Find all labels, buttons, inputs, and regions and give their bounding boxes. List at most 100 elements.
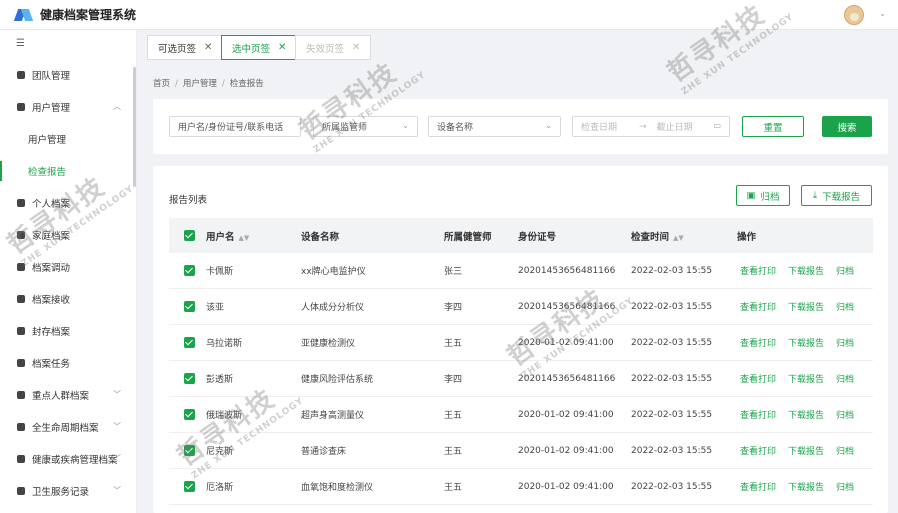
archive-icon: ▣	[746, 190, 756, 201]
cell-time: 2022-02-03 15:55	[631, 301, 713, 312]
sidebar-item[interactable]: 档案接收	[0, 283, 137, 315]
column-header-username[interactable]: 用户名 ▲▼	[206, 229, 249, 243]
row-checkbox[interactable]	[184, 265, 195, 276]
menu-collapse-icon[interactable]: ☰	[16, 38, 25, 49]
record-icon	[16, 454, 26, 464]
breadcrumb: 首页 / 用户管理 / 检查报告	[153, 79, 264, 89]
archive-link[interactable]: 归档	[836, 480, 854, 493]
archive-link[interactable]: 归档	[836, 300, 854, 313]
start-date-input[interactable]: 检查日期	[581, 120, 617, 133]
download-report-link[interactable]: 下载报告	[788, 300, 824, 313]
column-header-time[interactable]: 检查时间 ▲▼	[631, 229, 684, 243]
cell-device: 健康风险评估系统	[301, 375, 374, 385]
reset-button[interactable]: 重置	[742, 116, 804, 137]
download-report-link[interactable]: 下载报告	[788, 444, 824, 457]
archive-link[interactable]: 归档	[836, 444, 854, 457]
tab-optional[interactable]: 可选页签 ✕	[147, 35, 224, 60]
close-icon[interactable]: ✕	[204, 42, 212, 53]
sidebar-item[interactable]: 个人档案	[0, 187, 137, 219]
chevron-up-icon: ︿	[113, 102, 121, 111]
cell-device: 超声身高测量仪	[301, 411, 365, 421]
tab-selected[interactable]: 选中页签 ✕	[221, 35, 298, 60]
home-icon	[16, 70, 26, 80]
sidebar-item-label: 档案任务	[32, 359, 71, 370]
sidebar-item-label: 档案调动	[32, 263, 71, 274]
archive-link[interactable]: 归档	[836, 264, 854, 277]
sidebar-item[interactable]: 封存档案	[0, 315, 137, 347]
row-checkbox[interactable]	[184, 409, 195, 420]
users-icon	[16, 102, 26, 112]
row-checkbox[interactable]	[184, 301, 195, 312]
download-report-link[interactable]: 下载报告	[788, 264, 824, 277]
sidebar-item-label: 重点人群档案	[32, 391, 90, 402]
sidebar-item[interactable]: 档案调动	[0, 251, 137, 283]
search-button[interactable]: 搜索	[822, 116, 872, 137]
close-icon[interactable]: ✕	[278, 42, 286, 53]
select-all-checkbox[interactable]	[184, 230, 195, 241]
sidebar-item[interactable]: 用户管理 ︿	[0, 91, 137, 123]
sort-icon[interactable]: ▲▼	[239, 234, 250, 242]
view-print-link[interactable]: 查看打印	[740, 264, 776, 277]
view-print-link[interactable]: 查看打印	[740, 480, 776, 493]
sidebar-scrollbar[interactable]	[133, 67, 136, 187]
key-group-icon	[16, 390, 26, 400]
sidebar-item-label: 用户管理	[28, 135, 67, 146]
breadcrumb-home[interactable]: 首页	[153, 79, 170, 89]
archive-link[interactable]: 归档	[836, 408, 854, 421]
sidebar-item[interactable]: 全生命周期档案 ﹀	[0, 411, 137, 443]
download-report-button[interactable]: ⤓ 下载报告	[801, 185, 872, 206]
download-report-link[interactable]: 下载报告	[788, 408, 824, 421]
cell-manager: 李四	[444, 303, 463, 313]
download-report-link[interactable]: 下载报告	[788, 480, 824, 493]
sidebar-item[interactable]: 用户管理	[0, 123, 137, 155]
sidebar-item[interactable]: 团队管理	[0, 59, 137, 91]
view-print-link[interactable]: 查看打印	[740, 300, 776, 313]
archive-link[interactable]: 归档	[836, 372, 854, 385]
row-checkbox[interactable]	[184, 373, 195, 384]
sidebar-item-label: 用户管理	[32, 103, 71, 114]
row-checkbox[interactable]	[184, 445, 195, 456]
end-date-input[interactable]: 截止日期	[657, 120, 693, 133]
column-label: 用户名	[206, 231, 235, 243]
cell-device: 血氧饱和度检测仪	[301, 483, 374, 493]
sidebar-item[interactable]: 家庭档案	[0, 219, 137, 251]
row-checkbox[interactable]	[184, 337, 195, 348]
sidebar-item[interactable]: 档案任务	[0, 347, 137, 379]
user-avatar[interactable]	[844, 5, 864, 25]
row-checkbox[interactable]	[184, 481, 195, 492]
sort-icon[interactable]: ▲▼	[673, 234, 684, 242]
task-icon	[16, 358, 26, 368]
sidebar-item[interactable]: 卫生服务记录 ﹀	[0, 475, 137, 507]
transfer-icon	[16, 262, 26, 272]
sidebar-item[interactable]: 重点人群档案 ﹀	[0, 379, 137, 411]
cell-time: 2022-02-03 15:55	[631, 373, 713, 384]
device-select[interactable]: 设备名称 ⌄	[428, 116, 561, 137]
archive-button[interactable]: ▣ 归档	[736, 185, 790, 206]
download-report-link[interactable]: 下载报告	[788, 336, 824, 349]
chevron-down-icon[interactable]: ⌄	[879, 9, 886, 18]
view-print-link[interactable]: 查看打印	[740, 372, 776, 385]
cell-id: 2020-01-02 09:41:00	[518, 409, 614, 420]
chevron-down-icon: ﹀	[113, 486, 121, 495]
view-print-link[interactable]: 查看打印	[740, 336, 776, 349]
cell-manager: 王五	[444, 411, 463, 421]
column-label: 检查时间	[631, 231, 670, 243]
sidebar-item-label: 个人档案	[32, 199, 71, 210]
sidebar-item[interactable]: 健康或疾病管理档案 ﹀	[0, 443, 137, 475]
view-print-link[interactable]: 查看打印	[740, 444, 776, 457]
archive-link[interactable]: 归档	[836, 336, 854, 349]
date-range-picker[interactable]: 检查日期 → 截止日期 ▭	[572, 116, 730, 137]
cell-manager: 李四	[444, 375, 463, 385]
cell-time: 2022-02-03 15:55	[631, 409, 713, 420]
cell-username: 俄瑞波斯	[206, 411, 243, 421]
download-report-link[interactable]: 下载报告	[788, 372, 824, 385]
manager-select[interactable]: 所属监管师 ⌄	[313, 116, 418, 137]
date-separator: →	[639, 121, 647, 132]
breadcrumb-users[interactable]: 用户管理	[183, 79, 217, 89]
sidebar-item[interactable]: 检查报告	[0, 155, 137, 187]
view-print-link[interactable]: 查看打印	[740, 408, 776, 421]
cell-manager: 王五	[444, 339, 463, 349]
chevron-down-icon: ﹀	[113, 454, 121, 463]
user-search-input[interactable]: 用户名/身份证号/联系电话	[169, 116, 301, 137]
download-icon: ⤓	[812, 190, 818, 201]
